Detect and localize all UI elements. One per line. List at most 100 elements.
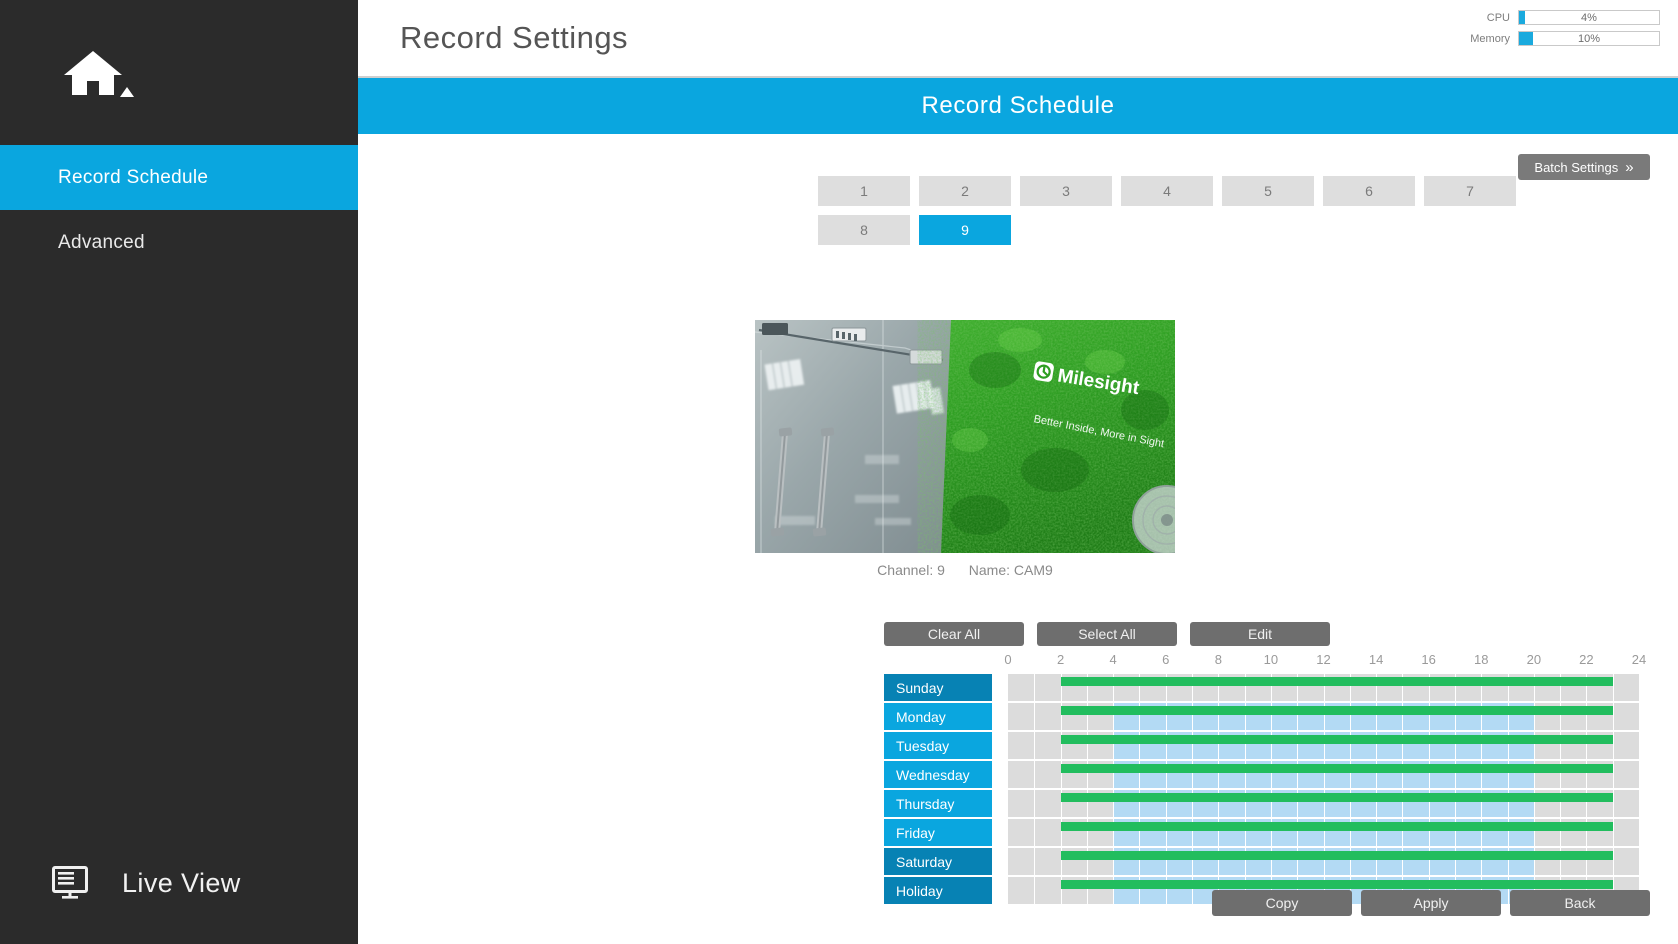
sidebar-item-advanced[interactable]: Advanced xyxy=(0,210,358,275)
hour-tick-24: 24 xyxy=(1632,652,1646,667)
grid-line xyxy=(1034,877,1035,904)
batch-settings-label: Batch Settings xyxy=(1534,160,1618,175)
monitor-icon xyxy=(52,866,92,900)
back-button[interactable]: Back xyxy=(1510,890,1650,916)
day-label-holiday[interactable]: Holiday xyxy=(884,877,992,904)
day-label-sunday[interactable]: Sunday xyxy=(884,674,992,701)
motion-segment xyxy=(1061,735,1613,744)
sidebar-item-label: Advanced xyxy=(58,232,145,254)
channel-number-label: Channel: 9 xyxy=(877,562,945,578)
day-label-thursday[interactable]: Thursday xyxy=(884,790,992,817)
grid-line xyxy=(1613,790,1614,817)
hour-tick-0: 0 xyxy=(1004,652,1011,667)
camera-preview[interactable]: Milesight Better Inside, More in Sight xyxy=(755,320,1175,553)
grid-line xyxy=(1613,819,1614,846)
memory-meter-value: 10% xyxy=(1519,32,1659,45)
channel-button-2[interactable]: 2 xyxy=(919,176,1011,206)
grid-line xyxy=(1613,732,1614,759)
hour-tick-14: 14 xyxy=(1369,652,1383,667)
clear-all-button[interactable]: Clear All xyxy=(884,622,1024,646)
channel-name-label: Name: CAM9 xyxy=(969,562,1053,578)
camera-preview-image: Milesight Better Inside, More in Sight xyxy=(755,320,1175,553)
main-area: Record Settings CPU 4% Memory 10% Record… xyxy=(358,0,1678,944)
memory-meter-label: Memory xyxy=(1458,33,1510,45)
grid-line xyxy=(1034,790,1035,817)
cpu-meter: CPU 4% xyxy=(1458,10,1660,25)
sidebar-item-record-schedule[interactable]: Record Schedule xyxy=(0,145,358,210)
home-button[interactable] xyxy=(0,0,358,145)
home-icon[interactable] xyxy=(62,49,124,97)
channel-button-1[interactable]: 1 xyxy=(818,176,910,206)
memory-meter-bar: 10% xyxy=(1518,31,1660,46)
schedule-row-wednesday[interactable] xyxy=(1008,761,1639,788)
grid-line xyxy=(1034,674,1035,701)
motion-segment xyxy=(1061,764,1613,773)
grid-line xyxy=(1034,848,1035,875)
grid-line xyxy=(1034,761,1035,788)
motion-segment xyxy=(1061,706,1613,715)
schedule-row-friday[interactable] xyxy=(1008,819,1639,846)
motion-segment xyxy=(1061,851,1613,860)
grid-line xyxy=(1034,819,1035,846)
edit-button[interactable]: Edit xyxy=(1190,622,1330,646)
schedule-row-sunday[interactable] xyxy=(1008,674,1639,701)
grid-line xyxy=(1613,703,1614,730)
chevron-right-double-icon: » xyxy=(1625,160,1633,175)
cpu-meter-label: CPU xyxy=(1458,12,1510,24)
schedule-row-tuesday[interactable] xyxy=(1008,732,1639,759)
channel-button-9[interactable]: 9 xyxy=(919,215,1011,245)
day-label-column: SundayMondayTuesdayWednesdayThursdayFrid… xyxy=(884,674,992,906)
grid-line xyxy=(1034,732,1035,759)
section-title: Record Schedule xyxy=(921,92,1114,120)
content-area: Batch Settings » 123456789 xyxy=(358,134,1678,944)
copy-button[interactable]: Copy xyxy=(1212,890,1352,916)
channel-button-6[interactable]: 6 xyxy=(1323,176,1415,206)
select-all-button[interactable]: Select All xyxy=(1037,622,1177,646)
day-label-monday[interactable]: Monday xyxy=(884,703,992,730)
schedule-row-monday[interactable] xyxy=(1008,703,1639,730)
schedule-grid: 024681012141618202224 SundayMondayTuesda… xyxy=(884,652,1639,906)
channel-selector: 1234567 89 xyxy=(818,176,1613,245)
hour-tick-18: 18 xyxy=(1474,652,1488,667)
channel-button-5[interactable]: 5 xyxy=(1222,176,1314,206)
page-title: Record Settings xyxy=(400,20,628,56)
day-label-tuesday[interactable]: Tuesday xyxy=(884,732,992,759)
day-label-friday[interactable]: Friday xyxy=(884,819,992,846)
grid-line xyxy=(1613,761,1614,788)
schedule-row-thursday[interactable] xyxy=(1008,790,1639,817)
sidebar: Record Schedule Advanced Live View xyxy=(0,0,358,944)
live-view-button[interactable]: Live View xyxy=(0,866,358,900)
schedule-row-saturday[interactable] xyxy=(1008,848,1639,875)
grid-line xyxy=(1613,848,1614,875)
hour-axis: 024681012141618202224 xyxy=(1008,652,1639,674)
channel-button-7[interactable]: 7 xyxy=(1424,176,1516,206)
resource-meters: CPU 4% Memory 10% xyxy=(1458,10,1660,52)
schedule-grid-body: SundayMondayTuesdayWednesdayThursdayFrid… xyxy=(884,674,1639,906)
schedule-toolbar: Clear All Select All Edit xyxy=(884,622,1330,646)
channel-button-3[interactable]: 3 xyxy=(1020,176,1112,206)
channel-button-8[interactable]: 8 xyxy=(818,215,910,245)
apply-button[interactable]: Apply xyxy=(1361,890,1501,916)
hour-tick-22: 22 xyxy=(1579,652,1593,667)
hour-tick-20: 20 xyxy=(1527,652,1541,667)
cpu-meter-bar: 4% xyxy=(1518,10,1660,25)
section-header: Record Schedule xyxy=(358,78,1678,134)
motion-segment xyxy=(1061,793,1613,802)
hour-tick-10: 10 xyxy=(1264,652,1278,667)
home-icon-glyph xyxy=(62,49,124,97)
memory-meter: Memory 10% xyxy=(1458,31,1660,46)
top-bar: Record Settings CPU 4% Memory 10% xyxy=(358,0,1678,78)
motion-segment xyxy=(1061,880,1613,889)
day-label-saturday[interactable]: Saturday xyxy=(884,848,992,875)
day-label-wednesday[interactable]: Wednesday xyxy=(884,761,992,788)
hour-tick-4: 4 xyxy=(1110,652,1117,667)
hour-tick-2: 2 xyxy=(1057,652,1064,667)
sidebar-item-label: Record Schedule xyxy=(58,167,208,189)
cpu-meter-value: 4% xyxy=(1519,11,1659,24)
hour-tick-16: 16 xyxy=(1421,652,1435,667)
motion-segment xyxy=(1061,822,1613,831)
motion-segment xyxy=(1061,677,1613,686)
channel-info: Channel: 9 Name: CAM9 xyxy=(755,562,1175,578)
footer-buttons: Copy Apply Back xyxy=(1212,890,1650,916)
channel-button-4[interactable]: 4 xyxy=(1121,176,1213,206)
